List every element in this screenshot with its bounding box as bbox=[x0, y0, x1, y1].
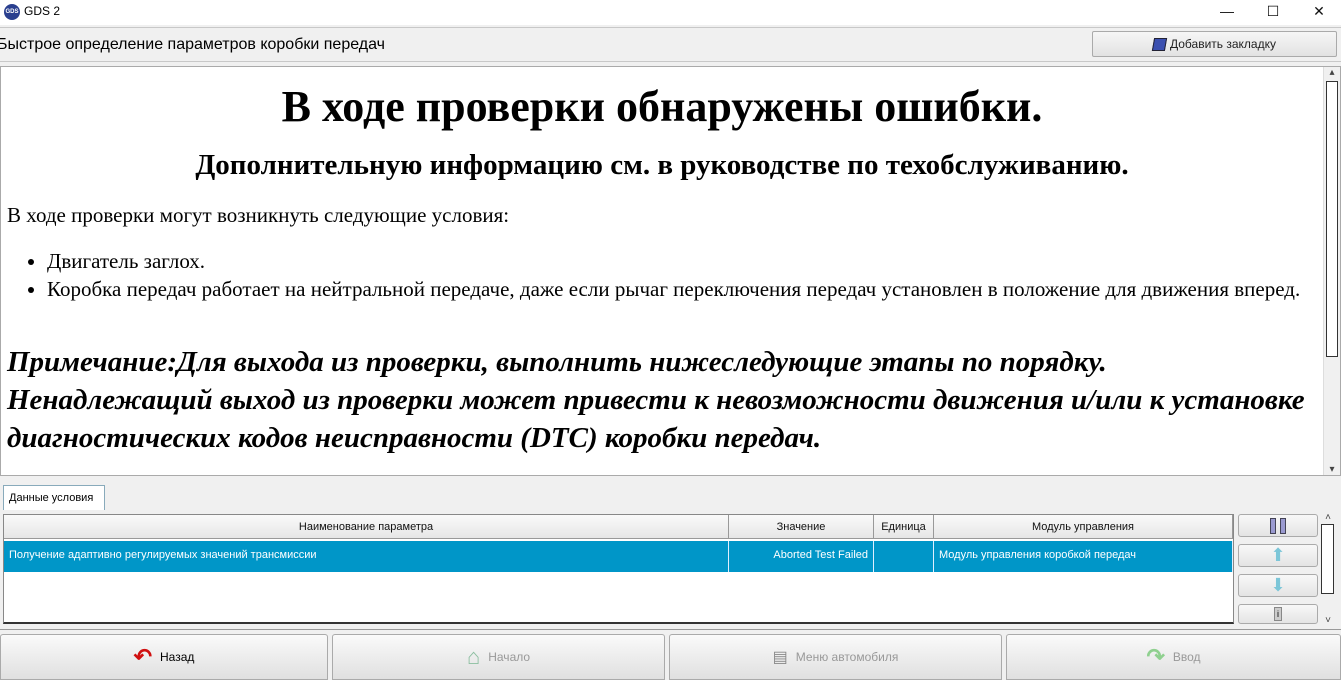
scroll-thumb[interactable] bbox=[1321, 524, 1334, 594]
column-header-module[interactable]: Модуль управления bbox=[934, 515, 1233, 539]
column-header-unit[interactable]: Единица bbox=[874, 515, 934, 539]
scroll-down-icon[interactable]: ▾ bbox=[1324, 464, 1340, 475]
back-arrow-icon: ↶ bbox=[133, 644, 153, 669]
bookmark-icon bbox=[1151, 37, 1168, 51]
list-item: Двигатель заглох. bbox=[47, 247, 1317, 275]
page-header: Быстрое определение параметров коробки п… bbox=[0, 27, 1341, 62]
scroll-up-icon[interactable]: ▴ bbox=[1324, 67, 1340, 78]
pause-button[interactable] bbox=[1238, 514, 1318, 537]
title-bar: GDS GDS 2 — ☐ ✕ bbox=[0, 0, 1341, 25]
forward-arrow-icon: ↷ bbox=[1146, 644, 1165, 669]
maximize-button[interactable]: ☐ bbox=[1250, 0, 1296, 24]
back-label: Назад bbox=[160, 650, 195, 664]
table-scrollbar[interactable]: ˄ ˅ bbox=[1320, 512, 1336, 626]
cell-name: Получение адаптивно регулируемых значени… bbox=[4, 541, 729, 572]
tab-condition-data[interactable]: Данные условия bbox=[3, 485, 105, 510]
subheading: Дополнительную информацию см. в руководс… bbox=[195, 149, 1129, 181]
parameters-table: Наименование параметра Значение Единица … bbox=[3, 514, 1234, 624]
divider bbox=[0, 629, 1341, 630]
vehicle-menu-button[interactable]: ▤ Меню автомобиля bbox=[669, 634, 1002, 680]
app-logo-icon: GDS bbox=[4, 4, 20, 20]
error-heading: В ходе проверки обнаружены ошибки. bbox=[281, 82, 1043, 131]
arrow-up-icon: ⬆ bbox=[1270, 545, 1286, 565]
home-label: Начало bbox=[488, 650, 531, 664]
conditions-list: Двигатель заглох. Коробка передач работа… bbox=[47, 247, 1317, 303]
arrow-down-icon: ⬇ bbox=[1270, 575, 1286, 595]
add-bookmark-label: Добавить закладку bbox=[1170, 37, 1276, 51]
info-button[interactable]: i bbox=[1238, 604, 1318, 624]
back-button[interactable]: ↶ Назад bbox=[0, 634, 328, 680]
column-header-name[interactable]: Наименование параметра bbox=[4, 515, 729, 539]
move-up-button[interactable]: ⬆ bbox=[1238, 544, 1318, 567]
page-title: Быстрое определение параметров коробки п… bbox=[0, 36, 385, 53]
scroll-down-icon[interactable]: ˅ bbox=[1320, 615, 1336, 626]
content-scrollbar[interactable]: ▴ ▾ bbox=[1323, 67, 1340, 475]
vehicle-menu-icon: ▤ bbox=[772, 649, 788, 666]
table-row[interactable]: Получение адаптивно регулируемых значени… bbox=[4, 541, 1233, 572]
enter-button[interactable]: ↷ Ввод bbox=[1006, 634, 1341, 680]
cell-value: Aborted Test Failed bbox=[729, 541, 874, 572]
move-down-button[interactable]: ⬇ bbox=[1238, 574, 1318, 597]
instructions-panel: В ходе проверки обнаружены ошибки. Допол… bbox=[0, 66, 1341, 476]
vehicle-menu-label: Меню автомобиля bbox=[795, 650, 899, 664]
minimize-button[interactable]: — bbox=[1204, 0, 1250, 24]
scroll-up-icon[interactable]: ˄ bbox=[1320, 512, 1336, 523]
cell-unit bbox=[874, 541, 934, 572]
cell-module: Модуль управления коробкой передач bbox=[934, 541, 1233, 572]
close-button[interactable]: ✕ bbox=[1296, 0, 1341, 24]
note-text: Примечание:Для выхода из проверки, выпол… bbox=[7, 346, 1305, 454]
home-button[interactable]: ⌂ Начало bbox=[332, 634, 665, 680]
info-icon: i bbox=[1274, 607, 1282, 621]
window-title: GDS 2 bbox=[24, 4, 61, 18]
home-icon: ⌂ bbox=[466, 644, 481, 669]
pause-icon bbox=[1270, 517, 1286, 534]
scroll-thumb[interactable] bbox=[1326, 81, 1338, 357]
intro-text: В ходе проверки могут возникнуть следующ… bbox=[7, 203, 510, 227]
enter-label: Ввод bbox=[1172, 650, 1201, 664]
add-bookmark-button[interactable]: Добавить закладку bbox=[1092, 31, 1337, 57]
list-item: Коробка передач работает на нейтральной … bbox=[47, 275, 1317, 303]
column-header-value[interactable]: Значение bbox=[729, 515, 874, 539]
